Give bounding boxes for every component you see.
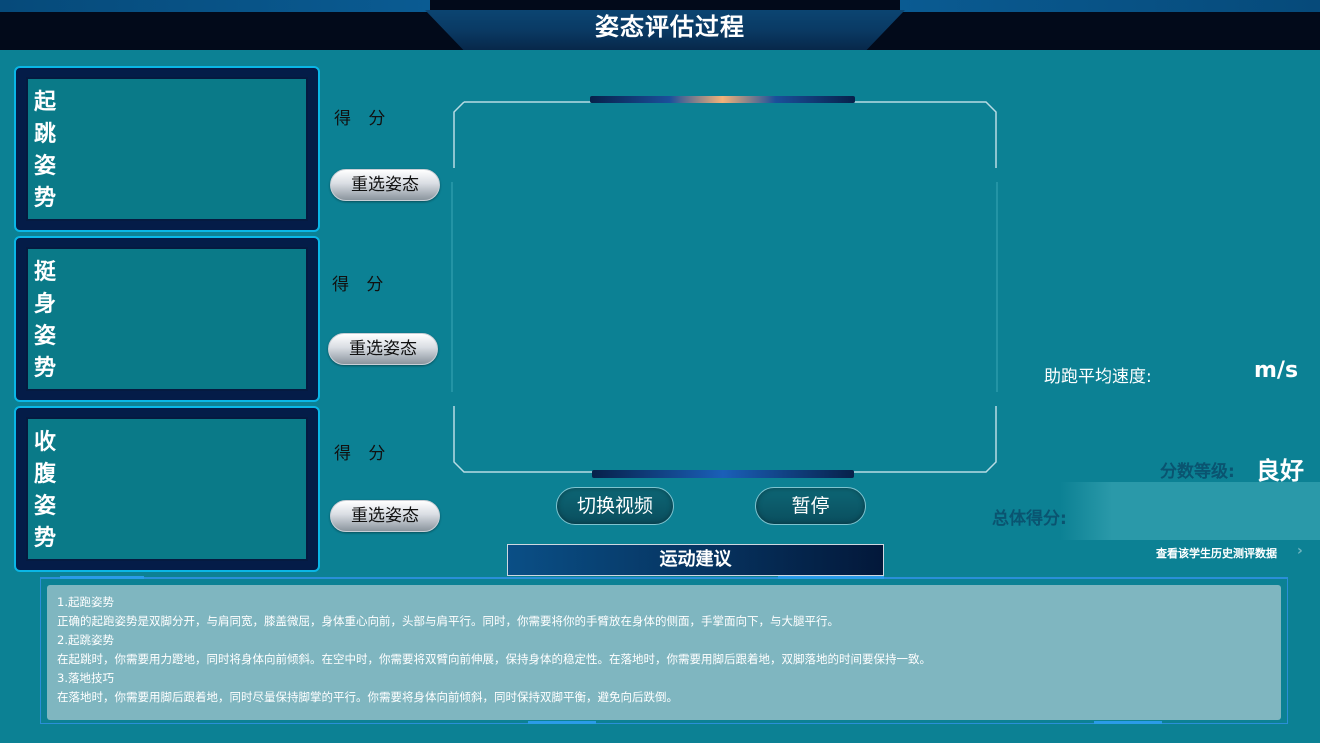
grade-label: 分数等级: — [1160, 462, 1235, 482]
chevron-right-icon[interactable]: › — [1297, 543, 1303, 559]
video-frame — [451, 101, 998, 473]
frame-accent — [778, 576, 884, 579]
video-frame-bottom-accent — [592, 470, 854, 478]
video-frame-top-accent — [590, 96, 855, 103]
grade-value: 良好 — [1256, 457, 1304, 485]
advice-line: 在起跳时，你需要用力蹬地，同时将身体向前倾斜。在空中时，你需要将双臂向前伸展，保… — [57, 652, 931, 666]
advice-line: 1.起跑姿势 — [57, 595, 114, 609]
posture-title: 挺身姿势 — [34, 260, 57, 381]
posture-panel-arch: 挺身姿势 — [14, 236, 320, 402]
total-score-label: 总体得分: — [992, 509, 1067, 529]
total-score-band — [1060, 482, 1320, 540]
score-label: 得 分 — [334, 444, 392, 464]
header-edge-left — [0, 0, 430, 12]
switch-video-button[interactable]: 切换视频 — [556, 487, 674, 525]
advice-line: 3.落地技巧 — [57, 671, 114, 685]
reselect-posture-button[interactable]: 重选姿态 — [330, 500, 440, 532]
average-speed-label: 助跑平均速度: — [1044, 367, 1152, 387]
advice-line: 正确的起跑姿势是双脚分开，与肩同宽，膝盖微屈，身体重心向前，头部与肩平行。同时，… — [57, 614, 839, 628]
reselect-posture-button[interactable]: 重选姿态 — [328, 333, 438, 365]
header-edge-right — [900, 0, 1320, 12]
frame-accent — [60, 576, 144, 579]
reselect-posture-button[interactable]: 重选姿态 — [330, 169, 440, 201]
pause-button[interactable]: 暂停 — [755, 487, 866, 525]
posture-title: 收腹姿势 — [34, 430, 57, 551]
advice-line: 在落地时，你需要用脚后跟着地，同时尽量保持脚掌的平行。你需要将身体向前倾斜，同时… — [57, 690, 678, 704]
page: 姿态评估过程 起跳姿势 得 分 重选姿态 挺身姿势 得 分 重选姿态 收腹姿势 … — [0, 0, 1320, 743]
score-label: 得 分 — [334, 109, 392, 129]
posture-panel-takeoff: 起跳姿势 — [14, 66, 320, 232]
score-label: 得 分 — [332, 275, 390, 295]
advice-content: 1.起跑姿势 正确的起跑姿势是双脚分开，与肩同宽，膝盖微屈，身体重心向前，头部与… — [47, 585, 1281, 720]
advice-title: 运动建议 — [507, 544, 884, 576]
posture-title: 起跳姿势 — [34, 90, 57, 211]
posture-image-area: 挺身姿势 — [26, 247, 308, 391]
posture-panel-tuck: 收腹姿势 — [14, 406, 320, 572]
advice-line: 2.起跳姿势 — [57, 633, 114, 647]
history-data-link[interactable]: 查看该学生历史测评数据 — [1156, 545, 1277, 561]
posture-image-area: 起跳姿势 — [26, 77, 308, 221]
frame-accent — [528, 721, 596, 724]
frame-accent — [1094, 721, 1162, 724]
top-header: 姿态评估过程 — [0, 0, 1320, 50]
page-title: 姿态评估过程 — [595, 13, 745, 41]
posture-image-area: 收腹姿势 — [26, 417, 308, 561]
speed-unit: m/s — [1254, 358, 1299, 383]
